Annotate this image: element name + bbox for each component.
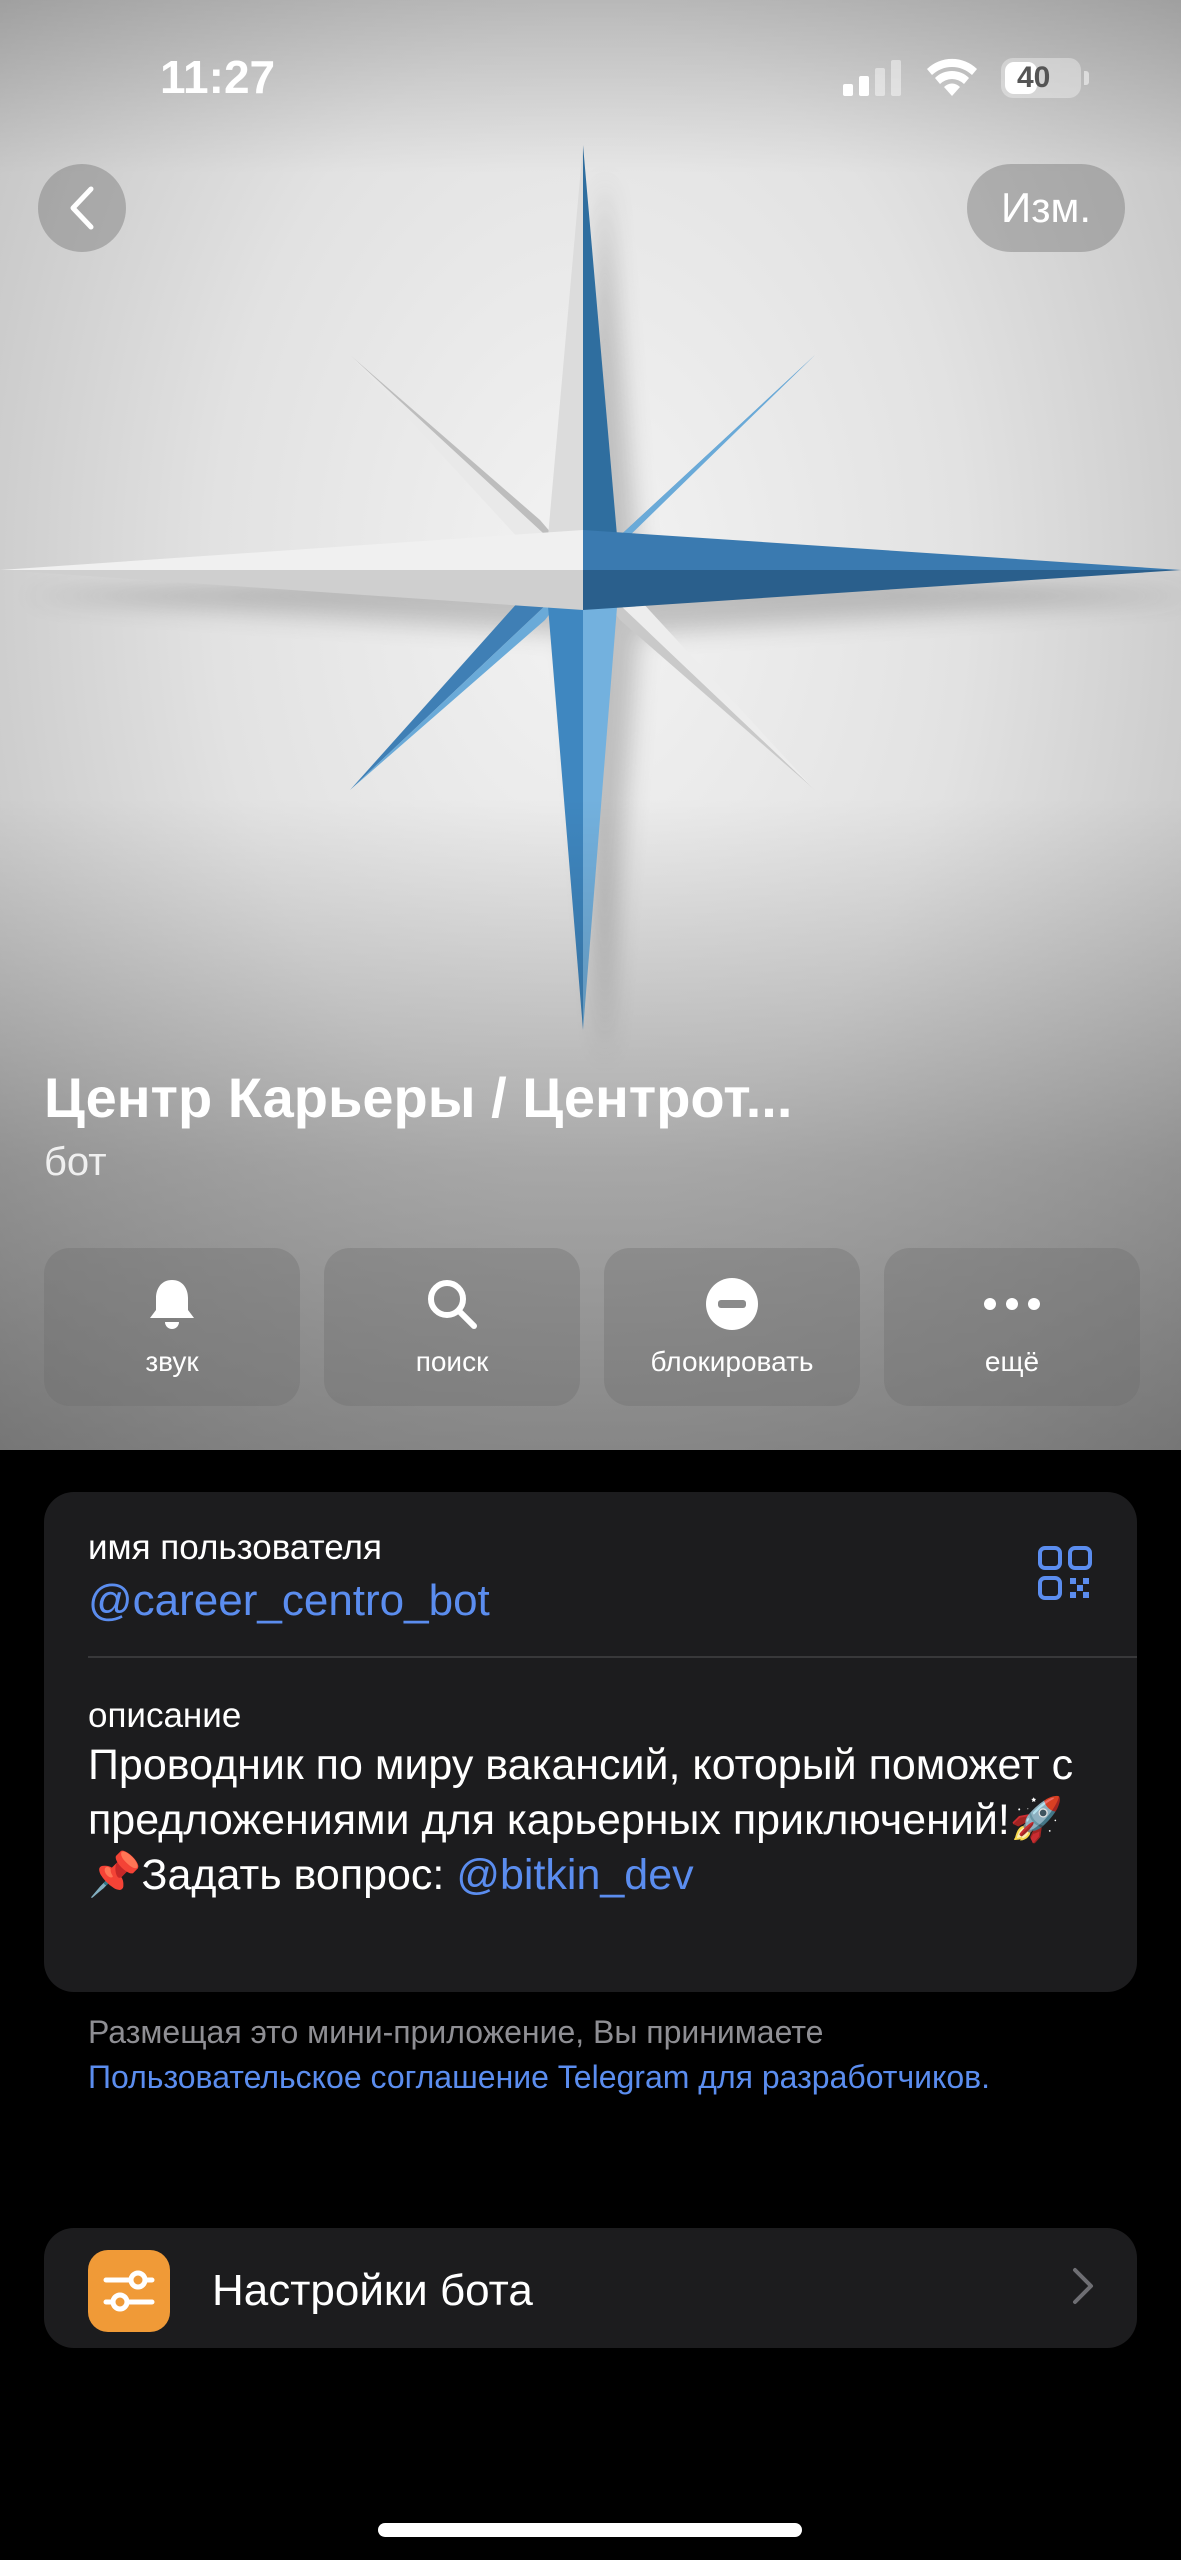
cellular-signal-icon [843,60,901,96]
description-text: Проводник по миру вакансий, который помо… [88,1738,1088,1903]
search-label: поиск [415,1346,489,1377]
bot-name: Центр Карьеры / Центрот... [44,1066,793,1129]
bell-icon [150,1280,194,1329]
wifi-icon [927,58,977,96]
rocket-emoji: 🚀 [1009,1796,1064,1844]
search-button[interactable]: поиск [324,1248,580,1406]
username-link[interactable]: @career_centro_bot [88,1576,490,1626]
divider [88,1656,1137,1658]
terms-link[interactable]: Пользовательское соглашение Telegram для… [88,2059,990,2095]
action-buttons: звук поиск блокировать ещё [44,1248,1140,1406]
battery-indicator: 40 [1001,58,1089,98]
ask-link[interactable]: @bitkin_dev [456,1851,693,1899]
bot-settings-row[interactable]: Настройки бота [44,2228,1137,2348]
home-indicator [378,2523,802,2537]
block-label: блокировать [650,1346,814,1377]
sound-label: звук [145,1346,199,1377]
chevron-left-icon [70,186,94,230]
description-label: описание [88,1696,242,1735]
status-time: 11:27 [160,51,276,103]
more-icon [984,1298,1040,1310]
qr-code-icon[interactable] [1037,1545,1093,1601]
terms-notice: Размещая это мини-приложение, Вы принима… [88,2010,1088,2100]
description-body: Проводник по миру вакансий, который помо… [88,1741,1074,1844]
search-icon [428,1280,477,1329]
bot-type: бот [44,1140,107,1184]
pin-emoji: 📌 [88,1851,142,1899]
status-icons: 40 [843,58,1089,98]
username-label: имя пользователя [88,1528,382,1567]
back-button[interactable] [38,164,126,252]
ask-text: Задать вопрос: [141,1851,457,1899]
more-button[interactable]: ещё [884,1248,1140,1406]
chevron-right-icon [1073,2268,1093,2304]
sliders-icon [88,2250,170,2332]
edit-button[interactable]: Изм. [967,164,1125,252]
bot-settings-label: Настройки бота [212,2266,533,2315]
terms-text: Размещая это мини-приложение, Вы принима… [88,2014,824,2050]
battery-cap [1084,71,1089,85]
battery-percent: 40 [1017,61,1051,94]
block-icon [706,1278,758,1330]
block-button[interactable]: блокировать [604,1248,860,1406]
sound-button[interactable]: звук [44,1248,300,1406]
more-label: ещё [984,1346,1040,1377]
